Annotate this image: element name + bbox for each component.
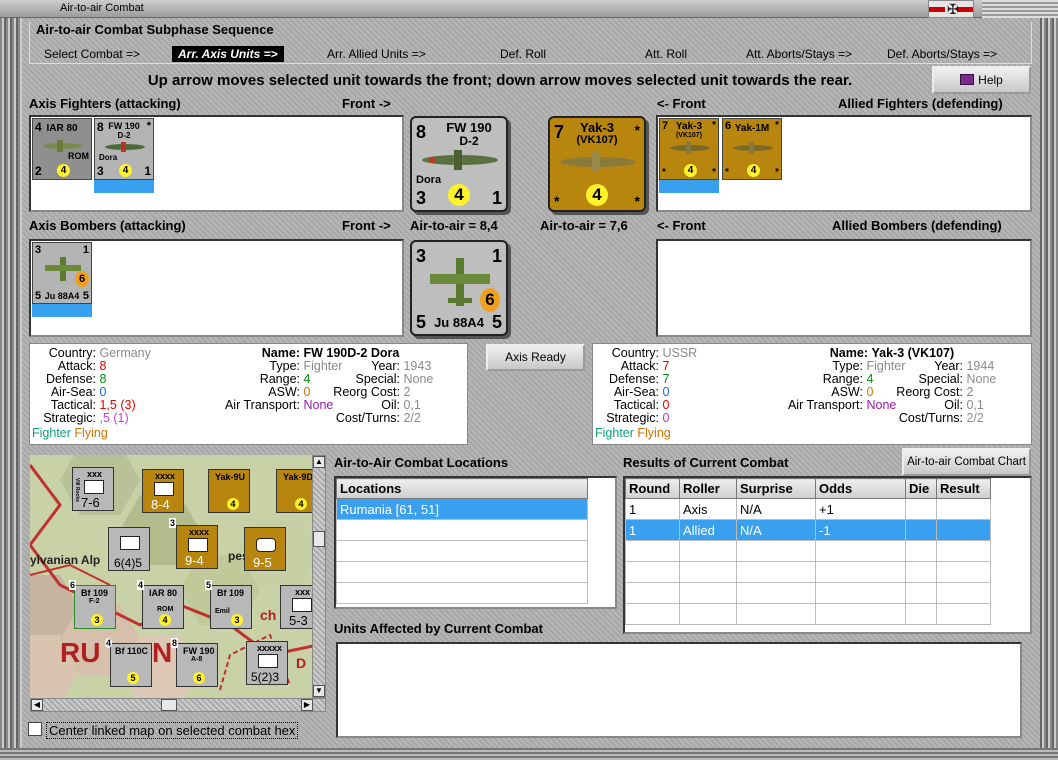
window-frame-bottom bbox=[0, 748, 1058, 760]
infantry-icon bbox=[292, 598, 312, 612]
map-unit-army-2[interactable]: xxxx 3 9-4 bbox=[169, 518, 218, 569]
selected-axis-counter[interactable]: 8 FW 190 D-2 Dora 3 4 1 bbox=[410, 116, 508, 212]
seq-step-select-combat: Select Combat => bbox=[44, 47, 141, 61]
axis-bombers-panel[interactable]: 3 1 6 5 Ju 88A4 5 bbox=[29, 239, 404, 337]
selected-allied-counter[interactable]: 7 Yak-3 (VK107) * * 4 * bbox=[548, 116, 646, 212]
seq-step-att-roll: Att. Roll bbox=[645, 47, 688, 61]
armor-icon bbox=[120, 536, 140, 550]
axis-air-to-air-value: Air-to-air = 8,4 bbox=[410, 218, 498, 233]
plane-icon bbox=[733, 142, 773, 154]
unit-counter-yak3[interactable]: 7 Yak-3 (VK107) * * 4 * bbox=[659, 118, 719, 180]
map-unit-corps[interactable]: xxx VIII Rocks 7-6 bbox=[72, 467, 114, 511]
map-unit-bf109e[interactable]: 5 Bf 109 Emil 3 bbox=[205, 580, 252, 629]
infantry-icon bbox=[188, 538, 208, 552]
map-unit-iar80[interactable]: 4 IAR 80 ROM 4 bbox=[137, 580, 184, 629]
table-row[interactable]: 1 Allied N/A -1 bbox=[625, 519, 991, 541]
allied-fighters-panel[interactable]: 7 Yak-3 (VK107) * * 4 * 6 Yak-1M * * 4 * bbox=[656, 115, 1032, 212]
seq-step-att-aborts: Att. Aborts/Stays => bbox=[746, 47, 853, 61]
window-frame-right bbox=[1040, 18, 1058, 760]
allied-fighters-front-label: <- Front bbox=[657, 96, 706, 111]
col-result[interactable]: Result bbox=[936, 478, 991, 499]
allied-unit-info: Country: USSR Attack: 7 Defense: 7 Air-S… bbox=[592, 343, 1032, 445]
axis-bombers-label: Axis Bombers (attacking) bbox=[29, 218, 186, 233]
scroll-thumb[interactable] bbox=[161, 699, 177, 711]
plane-icon bbox=[105, 142, 145, 152]
window-title-bar[interactable]: Air-to-air Combat bbox=[0, 0, 1058, 18]
plane-icon bbox=[422, 150, 498, 170]
map-unit-army-3[interactable]: xxxxx 5(2)3 bbox=[246, 641, 288, 685]
help-button[interactable]: Help bbox=[932, 66, 1031, 94]
infantry-icon bbox=[258, 654, 278, 668]
map-unit-fw190a8[interactable]: 8 FW 190 A-8 6 bbox=[171, 638, 218, 687]
selected-unit-bar bbox=[94, 180, 154, 193]
table-row[interactable]: 1 Axis N/A +1 bbox=[625, 498, 991, 520]
center-map-label[interactable]: Center linked map on selected combat hex bbox=[46, 722, 299, 739]
unit-counter-iar80[interactable]: 4 IAR 80 ROM 2 4 bbox=[32, 118, 92, 180]
map-unit-bf109f2[interactable]: 6 Bf 109 F-2 3 bbox=[69, 580, 116, 629]
center-map-checkbox[interactable] bbox=[28, 722, 42, 736]
infantry-icon bbox=[84, 480, 104, 494]
infantry-icon bbox=[154, 482, 174, 496]
col-odds[interactable]: Odds bbox=[815, 478, 906, 499]
allied-air-to-air-value: Air-to-air = 7,6 bbox=[540, 218, 628, 233]
allied-bombers-front-label: <- Front bbox=[657, 218, 706, 233]
results-table-panel[interactable]: Round Roller Surprise Odds Die Result 1A… bbox=[623, 476, 1032, 634]
scroll-left-icon[interactable]: ◀ bbox=[31, 699, 43, 711]
affected-units-panel[interactable] bbox=[336, 642, 1022, 738]
map-unit-armor-2[interactable]: 9-5 bbox=[244, 527, 286, 571]
map-unit-bf110c[interactable]: 4 Bf 110C 5 bbox=[105, 638, 152, 687]
axis-unit-info: Country: Germany Attack: 8 Defense: 8 Ai… bbox=[29, 343, 468, 445]
unit-counter-yak1m[interactable]: 6 Yak-1M * * 4 * bbox=[722, 118, 782, 180]
unit-counter-ju88a4[interactable]: 3 1 6 5 Ju 88A4 5 bbox=[32, 242, 92, 304]
allied-fighters-label: Allied Fighters (defending) bbox=[838, 96, 1003, 111]
affected-title: Units Affected by Current Combat bbox=[334, 621, 543, 636]
linked-map[interactable]: ylvanian Alp pes RU N ch D xxx VIII Rock… bbox=[30, 455, 318, 698]
location-row[interactable]: Rumania [61, 51] bbox=[336, 498, 588, 520]
unit-counter-fw190[interactable]: 8 FW 190 D-2 * Dora 3 4 1 bbox=[94, 118, 154, 180]
axis-fighters-panel[interactable]: 4 IAR 80 ROM 2 4 8 FW 190 D-2 * Dora 3 4… bbox=[29, 115, 404, 212]
axis-fighters-label: Axis Fighters (attacking) bbox=[29, 96, 181, 111]
axis-bombers-front-label: Front -> bbox=[342, 218, 391, 233]
selected-unit-bar bbox=[32, 304, 92, 317]
sequence-title: Air-to-air Combat Subphase Sequence bbox=[36, 22, 274, 37]
seq-step-def-aborts: Def. Aborts/Stays => bbox=[887, 47, 998, 61]
axis-ready-button[interactable]: Axis Ready bbox=[486, 344, 585, 371]
locations-header[interactable]: Locations bbox=[336, 478, 588, 499]
map-horizontal-scrollbar[interactable]: ◀ ▶ bbox=[30, 698, 326, 712]
seq-step-arr-axis-units: Arr. Axis Units => bbox=[172, 46, 284, 62]
instruction-text: Up arrow moves selected unit towards the… bbox=[147, 72, 853, 89]
scroll-right-icon[interactable]: ▶ bbox=[301, 699, 313, 711]
flag-icon: ✠ bbox=[928, 0, 974, 18]
window-frame-left bbox=[0, 18, 22, 760]
locations-title: Air-to-Air Combat Locations bbox=[334, 455, 509, 470]
col-round[interactable]: Round bbox=[625, 478, 680, 499]
locations-list[interactable]: Locations Rumania [61, 51] bbox=[334, 476, 617, 609]
allied-bombers-panel[interactable] bbox=[656, 239, 1032, 337]
axis-fighters-front-label: Front -> bbox=[342, 96, 391, 111]
book-icon bbox=[960, 74, 975, 85]
selected-bomber-counter[interactable]: 3 1 6 5 Ju 88A4 5 bbox=[410, 240, 508, 336]
window-controls[interactable] bbox=[982, 0, 1058, 18]
col-surprise[interactable]: Surprise bbox=[736, 478, 816, 499]
seq-step-arr-allied-units: Arr. Allied Units => bbox=[327, 47, 426, 61]
allied-bombers-label: Allied Bombers (defending) bbox=[832, 218, 1002, 233]
scroll-thumb[interactable] bbox=[313, 531, 325, 547]
window-title: Air-to-air Combat bbox=[60, 2, 144, 14]
plane-icon bbox=[670, 142, 710, 154]
map-unit-armor[interactable]: 6(4)5 bbox=[108, 527, 150, 571]
scroll-up-icon[interactable]: ▲ bbox=[313, 456, 325, 468]
map-unit-army[interactable]: xxxx 8-4 bbox=[142, 469, 184, 513]
map-unit-yak9u[interactable]: Yak-9U 4 bbox=[208, 469, 250, 513]
map-vertical-scrollbar[interactable]: ▲ ▼ bbox=[312, 455, 326, 698]
selected-unit-bar bbox=[659, 180, 719, 193]
armor-icon bbox=[256, 538, 276, 552]
air-to-air-combat-chart-button[interactable]: Air-to-air Combat Chart bbox=[902, 448, 1031, 476]
col-die[interactable]: Die bbox=[905, 478, 937, 499]
plane-icon bbox=[560, 152, 636, 172]
col-roller[interactable]: Roller bbox=[679, 478, 737, 499]
results-title: Results of Current Combat bbox=[623, 455, 789, 470]
scroll-down-icon[interactable]: ▼ bbox=[313, 685, 325, 697]
seq-step-def-roll: Def. Roll bbox=[500, 47, 547, 61]
